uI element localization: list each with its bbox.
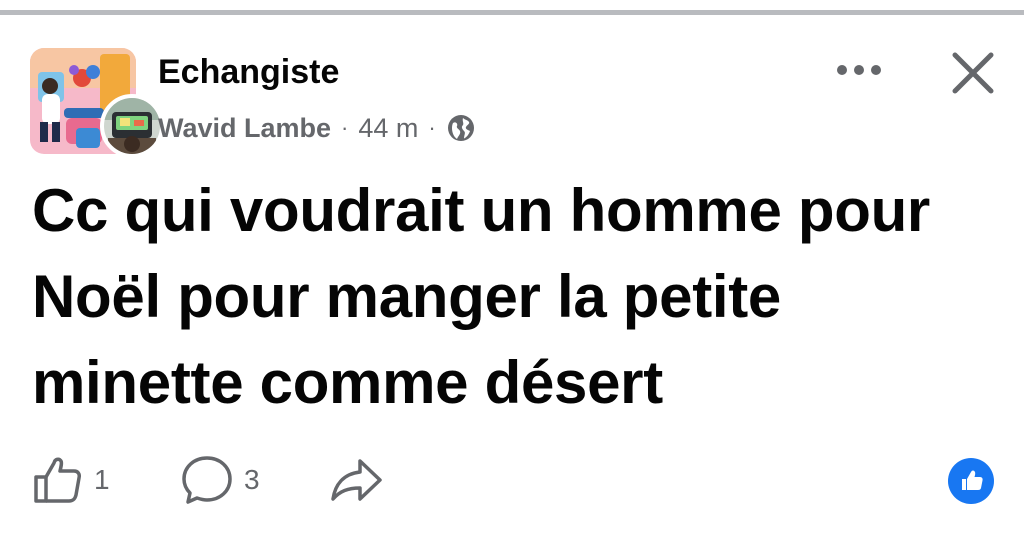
- close-icon: [952, 52, 994, 94]
- comment-bubble-icon: [182, 456, 232, 504]
- post-meta: Wavid Lambe · 44 m ·: [158, 110, 476, 146]
- post-action-bar: 1 3: [30, 450, 1010, 510]
- like-count: 1: [94, 464, 110, 495]
- comment-count: 3: [244, 464, 260, 495]
- share-button[interactable]: [328, 450, 384, 510]
- like-reaction-icon: [962, 470, 983, 490]
- meta-separator: ·: [428, 115, 436, 140]
- thumbs-up-outline-icon: [34, 457, 81, 503]
- meta-separator: ·: [341, 115, 349, 140]
- globe-icon: [446, 113, 476, 143]
- comment-button[interactable]: 3: [180, 450, 260, 510]
- share-arrow-icon: [331, 459, 382, 501]
- like-button[interactable]: 1: [30, 450, 110, 510]
- author-name-link[interactable]: Wavid Lambe: [158, 113, 331, 144]
- reaction-summary-badge[interactable]: [948, 458, 994, 504]
- post-body-text: Cc qui voudrait un homme pour Noël pour …: [32, 177, 930, 416]
- post-timestamp[interactable]: 44 m: [358, 113, 418, 144]
- more-horizontal-icon: [837, 65, 881, 75]
- author-avatar[interactable]: [100, 94, 164, 158]
- group-name-link[interactable]: Echangiste: [158, 52, 339, 92]
- more-options-button[interactable]: [832, 52, 886, 88]
- author-avatar-image: [104, 98, 160, 154]
- top-divider: [0, 10, 1024, 15]
- close-button[interactable]: [944, 44, 1002, 102]
